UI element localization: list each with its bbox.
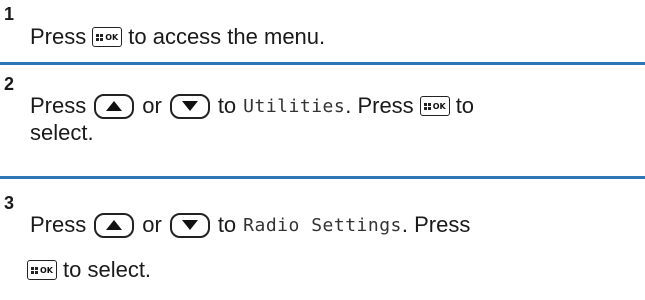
ok-key-label: OK [432,101,446,111]
menu-item-name: Utilities [243,95,346,117]
step-number: 3 [4,193,15,213]
step-2: 2 Press or to Utilities . Press OK to se… [0,65,645,155]
select-text: to select. [63,257,152,282]
step-1: 1 Press OK to access the menu. [0,0,645,62]
press-text: Press [30,24,87,49]
up-arrow-key-icon [94,93,135,119]
step-number: 2 [4,74,15,94]
step-3: 3 Press or to Radio Settings . Press OK … [0,179,645,300]
step-2-line-1: Press or to Utilities . Press OK to [30,93,474,119]
select-text: select. [30,120,94,145]
menu-item-name: Radio Settings [243,214,402,236]
step-text: to access the menu. [128,24,326,49]
menu-ok-key-icon: OK [92,27,123,47]
ok-key-label: OK [40,265,53,275]
press-text: Press [30,212,87,237]
ok-key-label: OK [105,32,119,42]
press-text: . Press [401,212,471,237]
press-text: Press [30,93,87,118]
step-1-text: Press OK to access the menu. [30,24,325,50]
to-text: to [217,93,237,118]
or-text: or [142,93,162,118]
or-text: or [142,212,162,237]
menu-ok-key-icon: OK [419,96,450,116]
step-2-line-2: select. [30,120,94,146]
step-number: 1 [4,4,15,24]
down-arrow-key-icon [169,212,210,238]
press-text: . Press [345,93,414,118]
menu-ok-key-icon: OK [27,260,57,280]
down-arrow-key-icon [169,93,210,119]
to-text: to [455,93,475,118]
step-3-line-2: OK to select. [27,257,151,283]
to-text: to [217,212,237,237]
steps-list: 1 Press OK to access the menu. 2 Press o… [0,0,645,300]
up-arrow-key-icon [94,212,135,238]
step-3-line-1: Press or to Radio Settings . Press [30,212,470,238]
